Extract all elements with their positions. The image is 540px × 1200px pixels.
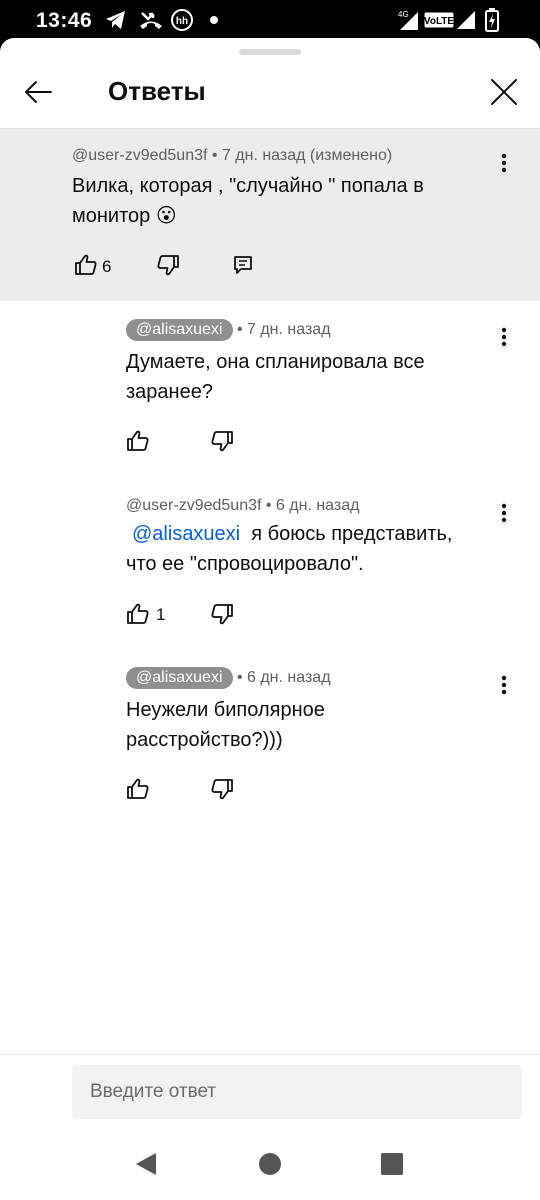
dislike-button[interactable] (208, 427, 236, 455)
comment-text: Вилка, которая , "случайно " попала в мо… (72, 171, 492, 231)
notification-dot-icon (210, 16, 218, 24)
like-count: 1 (156, 605, 166, 624)
nav-recents-button[interactable] (374, 1146, 410, 1182)
comment-author[interactable]: @user-zv9ed5un3f (126, 497, 261, 514)
author-chip[interactable]: @alisaxuexi (126, 319, 233, 341)
like-button[interactable] (124, 427, 152, 455)
hh-icon: hh (170, 8, 194, 32)
comment-text-line: что ее "спровоцировало". (126, 553, 364, 575)
thumb-up-icon (127, 603, 149, 624)
like-button[interactable] (72, 251, 100, 279)
comment-meta: @alisaxuexi • 7 дн. назад (126, 319, 331, 341)
battery-charging-icon (482, 8, 502, 32)
network-label: 4G (398, 10, 409, 19)
nav-recents-icon (381, 1153, 403, 1175)
telegram-icon (104, 8, 128, 32)
parent-comment: @user-zv9ed5un3f • 7 дн. назад (изменено… (0, 129, 540, 301)
more-vert-icon (501, 503, 507, 523)
comment-text-line: расстройство?))) (126, 729, 283, 751)
comment-meta: @user-zv9ed5un3f • 6 дн. назад (126, 497, 359, 515)
volte-label: VoLTE (424, 16, 454, 27)
comment-text: Думаете, она спланировала все заранее? (126, 347, 486, 407)
more-vert-icon (501, 675, 507, 695)
more-options-button[interactable] (492, 671, 516, 699)
dislike-button[interactable] (154, 251, 182, 279)
replies-sheet: Ответы @user-zv9ed5un3f • 7 дн. назад (и… (0, 38, 540, 1200)
more-options-button[interactable] (492, 323, 516, 351)
like-button[interactable] (124, 775, 152, 803)
comment-text-line: Вилка, которая , "случайно " попала в (72, 175, 424, 197)
reply-button[interactable] (229, 251, 257, 279)
comment-date: • 7 дн. назад (236, 321, 331, 338)
comment-icon (234, 256, 252, 274)
comment-date: • 6 дн. назад (261, 497, 360, 514)
reply-input[interactable] (72, 1065, 522, 1119)
nav-back-icon (136, 1153, 156, 1175)
like-count: 6 (102, 257, 112, 276)
nav-home-button[interactable] (252, 1146, 288, 1182)
nav-back-button[interactable] (128, 1146, 164, 1182)
comment-date: • 7 дн. назад (изменено) (207, 147, 393, 164)
close-icon (491, 79, 517, 105)
thumb-up-icon (75, 254, 97, 275)
comment-text-line: монитор 😮 (72, 205, 177, 227)
comment-text-line: Неужели биполярное (126, 699, 325, 721)
dislike-button[interactable] (208, 775, 236, 803)
4g-signal-icon: 4G (396, 8, 420, 32)
thumb-down-icon (211, 604, 233, 625)
status-time: 13:46 (36, 9, 93, 32)
thumb-down-icon (211, 431, 233, 452)
comment-text-line: я боюсь представить, (251, 523, 453, 545)
more-vert-icon (501, 153, 507, 173)
input-divider (0, 1054, 540, 1055)
dislike-button[interactable] (208, 600, 236, 628)
missed-call-icon (138, 8, 164, 32)
comment-date: • 6 дн. назад (236, 669, 331, 686)
drag-handle[interactable] (239, 49, 301, 55)
page-title: Ответы (108, 76, 206, 106)
header: Ответы (0, 58, 540, 128)
like-button[interactable] (124, 600, 152, 628)
close-button[interactable] (484, 72, 524, 112)
arrow-back-icon (25, 81, 52, 103)
thumb-up-icon (127, 430, 149, 451)
nav-home-icon (259, 1153, 281, 1175)
thumb-up-icon (127, 778, 149, 799)
hh-label: hh (176, 16, 188, 27)
mention-link[interactable]: @alisaxuexi (132, 523, 240, 545)
thumb-down-icon (211, 779, 233, 800)
more-options-button[interactable] (492, 149, 516, 177)
comment-text: @alisaxuexi я боюсь представить, что ее … (126, 519, 496, 579)
comment-meta: @user-zv9ed5un3f • 7 дн. назад (изменено… (72, 147, 392, 165)
signal-icon (456, 8, 476, 32)
comment-text-line: Думаете, она спланировала все (126, 351, 425, 373)
more-vert-icon (501, 327, 507, 347)
comment-author[interactable]: @user-zv9ed5un3f (72, 147, 207, 164)
author-chip[interactable]: @alisaxuexi (126, 667, 233, 689)
volte-icon: VoLTE (424, 8, 454, 32)
comment-text: Неужели биполярное расстройство?))) (126, 695, 486, 755)
thumb-down-icon (157, 255, 179, 276)
comment-text-line: заранее? (126, 381, 213, 403)
comment-meta: @alisaxuexi • 6 дн. назад (126, 667, 331, 689)
status-bar: 13:46 hh 4G VoLTE (0, 0, 540, 40)
back-button[interactable] (18, 72, 58, 112)
